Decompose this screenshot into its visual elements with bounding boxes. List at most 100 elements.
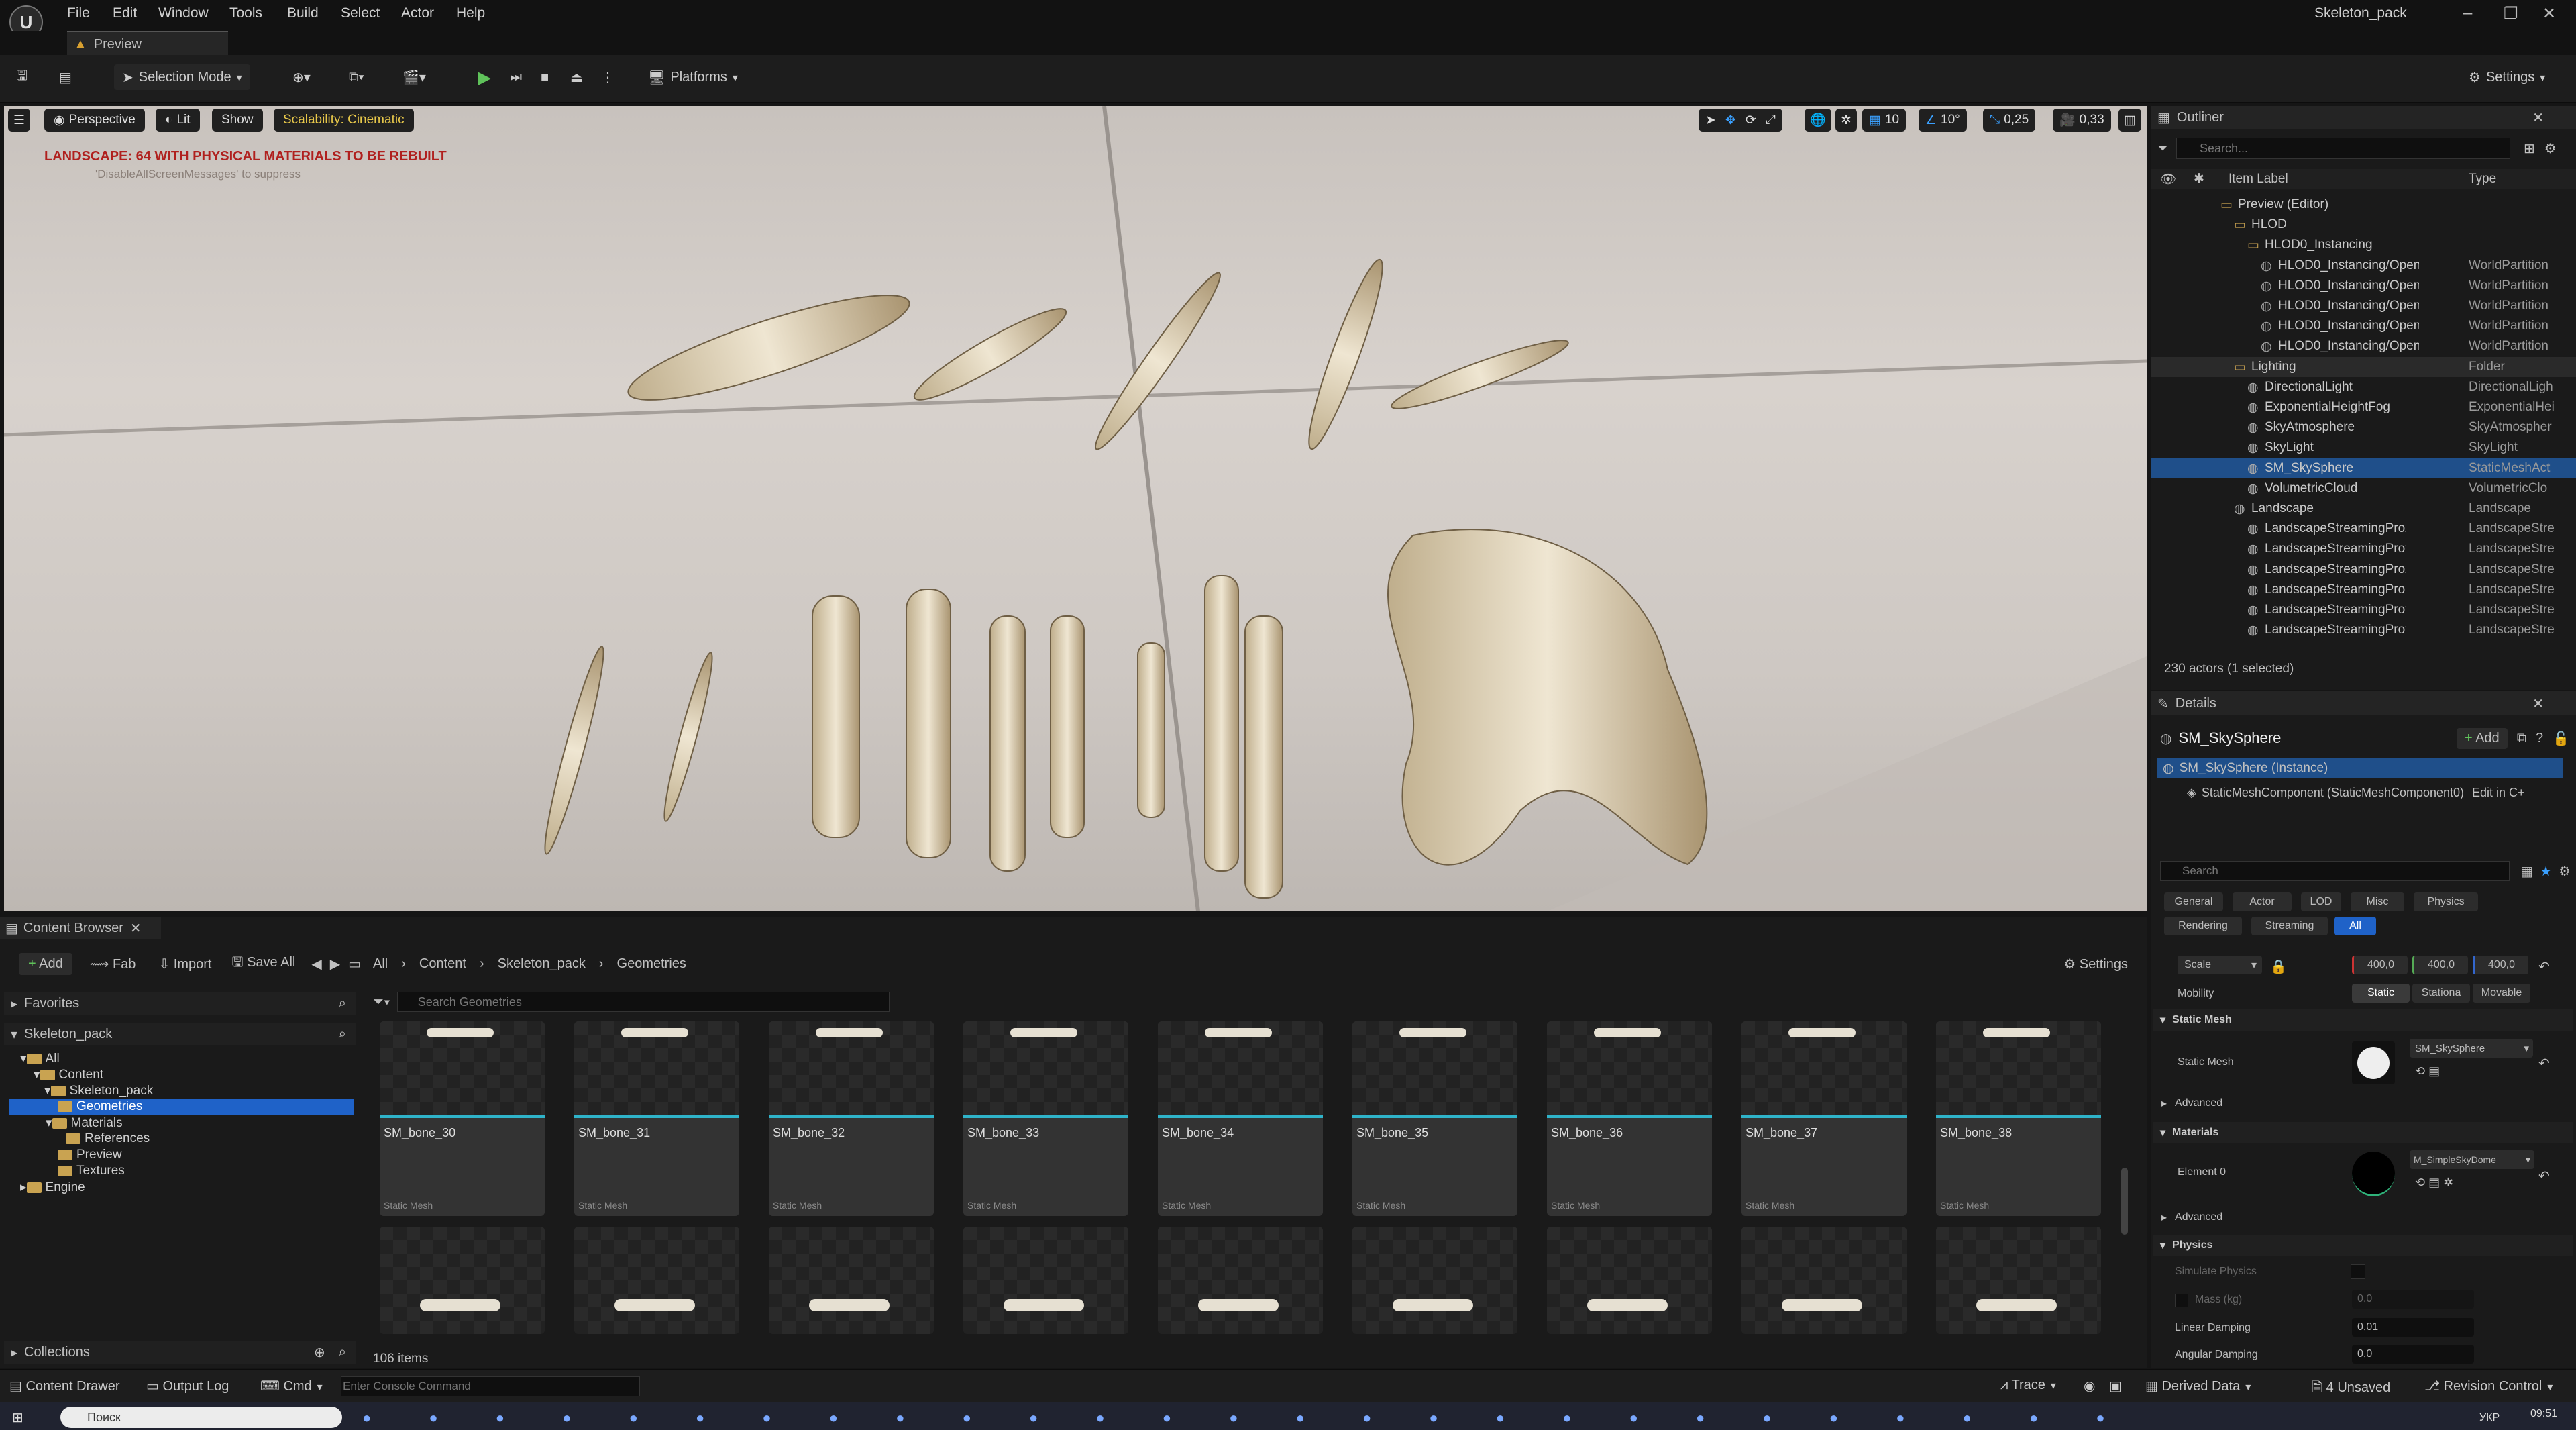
filter-icon[interactable]: ⏷▾ <box>373 994 390 1010</box>
cinematics-icon[interactable]: 🎬▾ <box>402 64 426 90</box>
outliner-row[interactable]: ◍ LandscapeStreamingProxy_(LandscapeStre <box>2151 519 2576 539</box>
asset-tile[interactable] <box>769 1227 934 1334</box>
reset-material-icon[interactable]: ↶ <box>2538 1168 2550 1184</box>
outliner-row[interactable]: ◍ HLOD0_Instancing/OpenW WorldPartition <box>2151 336 2576 356</box>
reset-scale-icon[interactable]: ↶ <box>2538 958 2550 975</box>
add-button[interactable]: + Add <box>19 952 72 975</box>
material-thumbnail[interactable] <box>2352 1152 2395 1196</box>
save-icon[interactable]: 🖫 <box>16 64 28 90</box>
menu-window[interactable]: Window <box>158 5 209 21</box>
save-all-button[interactable]: 🖫 Save All <box>231 952 295 975</box>
menu-edit[interactable]: Edit <box>113 5 137 21</box>
platforms-button[interactable]: 🖥 Platforms <box>648 64 738 90</box>
clock[interactable]: 09:51 <box>2530 1408 2557 1420</box>
restore-icon[interactable]: ❐ <box>2504 4 2518 23</box>
fab-button[interactable]: ⟿ Fab <box>90 956 136 972</box>
mass-override-checkbox[interactable] <box>2175 1294 2188 1307</box>
record-icon[interactable]: ◉ <box>2084 1378 2095 1394</box>
static-mesh-dropdown[interactable]: SM_SkySphere ▾ <box>2410 1039 2533 1058</box>
outliner-settings-icon[interactable]: ⚙ <box>2544 140 2557 157</box>
outliner-row[interactable]: ◍ Landscape Landscape <box>2151 499 2576 519</box>
linear-damping-field[interactable]: 0,01 <box>2352 1318 2474 1337</box>
asset-tile[interactable] <box>1547 1227 1712 1334</box>
outliner-row[interactable]: ▭ Lighting Folder <box>2151 356 2576 377</box>
asset-tile[interactable]: SM_bone_32 Static Mesh <box>769 1021 934 1216</box>
browse-icon[interactable]: ▤ <box>59 64 72 90</box>
menu-help[interactable]: Help <box>456 5 485 21</box>
rotation-snap-button[interactable]: ∠ 10° <box>1919 109 1967 132</box>
asset-tile[interactable] <box>574 1227 739 1334</box>
asset-tile[interactable] <box>1352 1227 1517 1334</box>
outliner-row[interactable]: ◍ VolumetricCloud VolumetricClo <box>2151 478 2576 499</box>
materials-section[interactable]: ▾ Materials <box>2153 1122 2573 1143</box>
outliner-row[interactable]: ◍ LandscapeStreamingProxy_(LandscapeStre <box>2151 600 2576 620</box>
pack-header[interactable]: ▾ Skeleton_pack ⌕ <box>4 1023 356 1045</box>
favorites-header[interactable]: ▸ Favorites ⌕ <box>4 992 356 1015</box>
menu-tools[interactable]: Tools <box>229 5 262 21</box>
outliner-row[interactable]: ◍ ExponentialHeightFog ExponentialHei <box>2151 397 2576 417</box>
search-icon[interactable]: ⌕ <box>339 1345 346 1360</box>
outliner-row[interactable]: ◍ SkyLight SkyLight <box>2151 438 2576 458</box>
menu-select[interactable]: Select <box>341 5 380 21</box>
tree-materials[interactable]: ▾ Materials <box>46 1115 123 1131</box>
asset-search-input[interactable] <box>396 992 890 1012</box>
asset-tile[interactable]: SM_bone_33 Static Mesh <box>963 1021 1128 1216</box>
outliner-row[interactable]: ◍ HLOD0_Instancing/OpenW WorldPartition <box>2151 316 2576 336</box>
minimize-icon[interactable]: – <box>2463 4 2472 23</box>
mobility-static[interactable]: Static <box>2352 984 2410 1003</box>
collections-header[interactable]: ▸ Collections ⊕ ⌕ <box>4 1341 356 1364</box>
outliner-row[interactable]: ◍ HLOD0_Instancing/OpenW WorldPartition <box>2151 296 2576 316</box>
asset-tile[interactable] <box>963 1227 1128 1334</box>
console-input[interactable] <box>341 1376 640 1396</box>
column-item-label[interactable]: Item Label <box>2229 172 2288 187</box>
instance-row[interactable]: ◍ SM_SkySphere (Instance) <box>2157 758 2563 778</box>
close-outliner-icon[interactable]: ✕ <box>2532 109 2544 126</box>
mesh-thumbnail[interactable] <box>2352 1041 2395 1084</box>
asset-tile[interactable]: SM_bone_30 Static Mesh <box>380 1021 545 1216</box>
stop-icon[interactable]: ■ <box>541 64 549 90</box>
scale-snap-button[interactable]: ⤡ 0,25 <box>1983 109 2036 132</box>
layout-icon[interactable]: ▥ <box>2118 109 2141 132</box>
search-icon[interactable]: ⌕ <box>339 1027 346 1042</box>
revision-control-button[interactable]: ⎇ Revision Control <box>2424 1378 2553 1394</box>
unsaved-button[interactable]: 🗎 4 Unsaved <box>2312 1378 2390 1400</box>
import-button[interactable]: ⇩ Import <box>158 956 211 972</box>
content-drawer-button[interactable]: ▤ Content Drawer <box>9 1378 120 1394</box>
visibility-icon[interactable]: 👁 <box>2160 171 2176 187</box>
close-window-icon[interactable]: ✕ <box>2542 4 2556 23</box>
outliner-row[interactable]: ◍ SkyAtmosphere SkyAtmospher <box>2151 417 2576 438</box>
level-viewport[interactable] <box>4 106 2147 911</box>
filter-all[interactable]: All <box>2334 917 2376 935</box>
material-dropdown[interactable]: M_SimpleSkyDome ▾ <box>2410 1150 2534 1169</box>
rotate-tool-icon[interactable]: ⟳ <box>1746 113 1756 128</box>
menu-file[interactable]: File <box>67 5 90 21</box>
perspective-button[interactable]: ◉ Perspective <box>44 109 145 132</box>
world-space-icon[interactable]: 🌐 <box>1805 109 1831 132</box>
filter-general[interactable]: General <box>2164 892 2223 911</box>
start-icon[interactable]: ⊞ <box>12 1409 23 1426</box>
scalability-badge[interactable]: Scalability: Cinematic <box>274 109 414 132</box>
scale-dropdown[interactable]: Scale ▾ <box>2178 956 2262 974</box>
browse-asset-icon[interactable]: ⟲ ▤ <box>2415 1064 2440 1078</box>
asset-tile[interactable]: SM_bone_38 Static Mesh <box>1936 1021 2101 1216</box>
back-icon[interactable]: ◀ <box>311 956 321 972</box>
forward-icon[interactable]: ▶ <box>330 956 340 972</box>
outliner-row[interactable]: ◍ HLOD0_Instancing/OpenW WorldPartition <box>2151 276 2576 296</box>
outliner-row[interactable]: ◍ DirectionalLight DirectionalLigh <box>2151 377 2576 397</box>
outliner-row[interactable]: ▭ HLOD0_Instancing <box>2151 235 2576 255</box>
lock-scale-icon[interactable]: 🔒 <box>2270 958 2287 975</box>
cmd-dropdown[interactable]: ⌨ Cmd <box>260 1378 323 1394</box>
trace-dropdown[interactable]: ⩘ Trace <box>2000 1378 2056 1393</box>
play-icon[interactable]: ▶ <box>478 64 491 90</box>
more-options-icon[interactable]: ⋮ <box>601 64 614 90</box>
mass-field[interactable]: 0,0 <box>2352 1290 2474 1309</box>
asset-tile[interactable]: SM_bone_36 Static Mesh <box>1547 1021 1712 1216</box>
breadcrumb-geometries[interactable]: Geometries <box>617 956 686 972</box>
pin-icon[interactable]: ✱ <box>2194 171 2204 187</box>
outliner-row[interactable]: ◍ SM_SkySphere StaticMeshAct <box>2151 458 2576 478</box>
mobility-movable[interactable]: Movable <box>2473 984 2530 1003</box>
filter-streaming[interactable]: Streaming <box>2251 917 2328 935</box>
os-search-box[interactable]: Поиск <box>60 1407 342 1428</box>
tree-geometries[interactable]: Geometries <box>58 1099 142 1114</box>
column-type[interactable]: Type <box>2469 172 2496 187</box>
